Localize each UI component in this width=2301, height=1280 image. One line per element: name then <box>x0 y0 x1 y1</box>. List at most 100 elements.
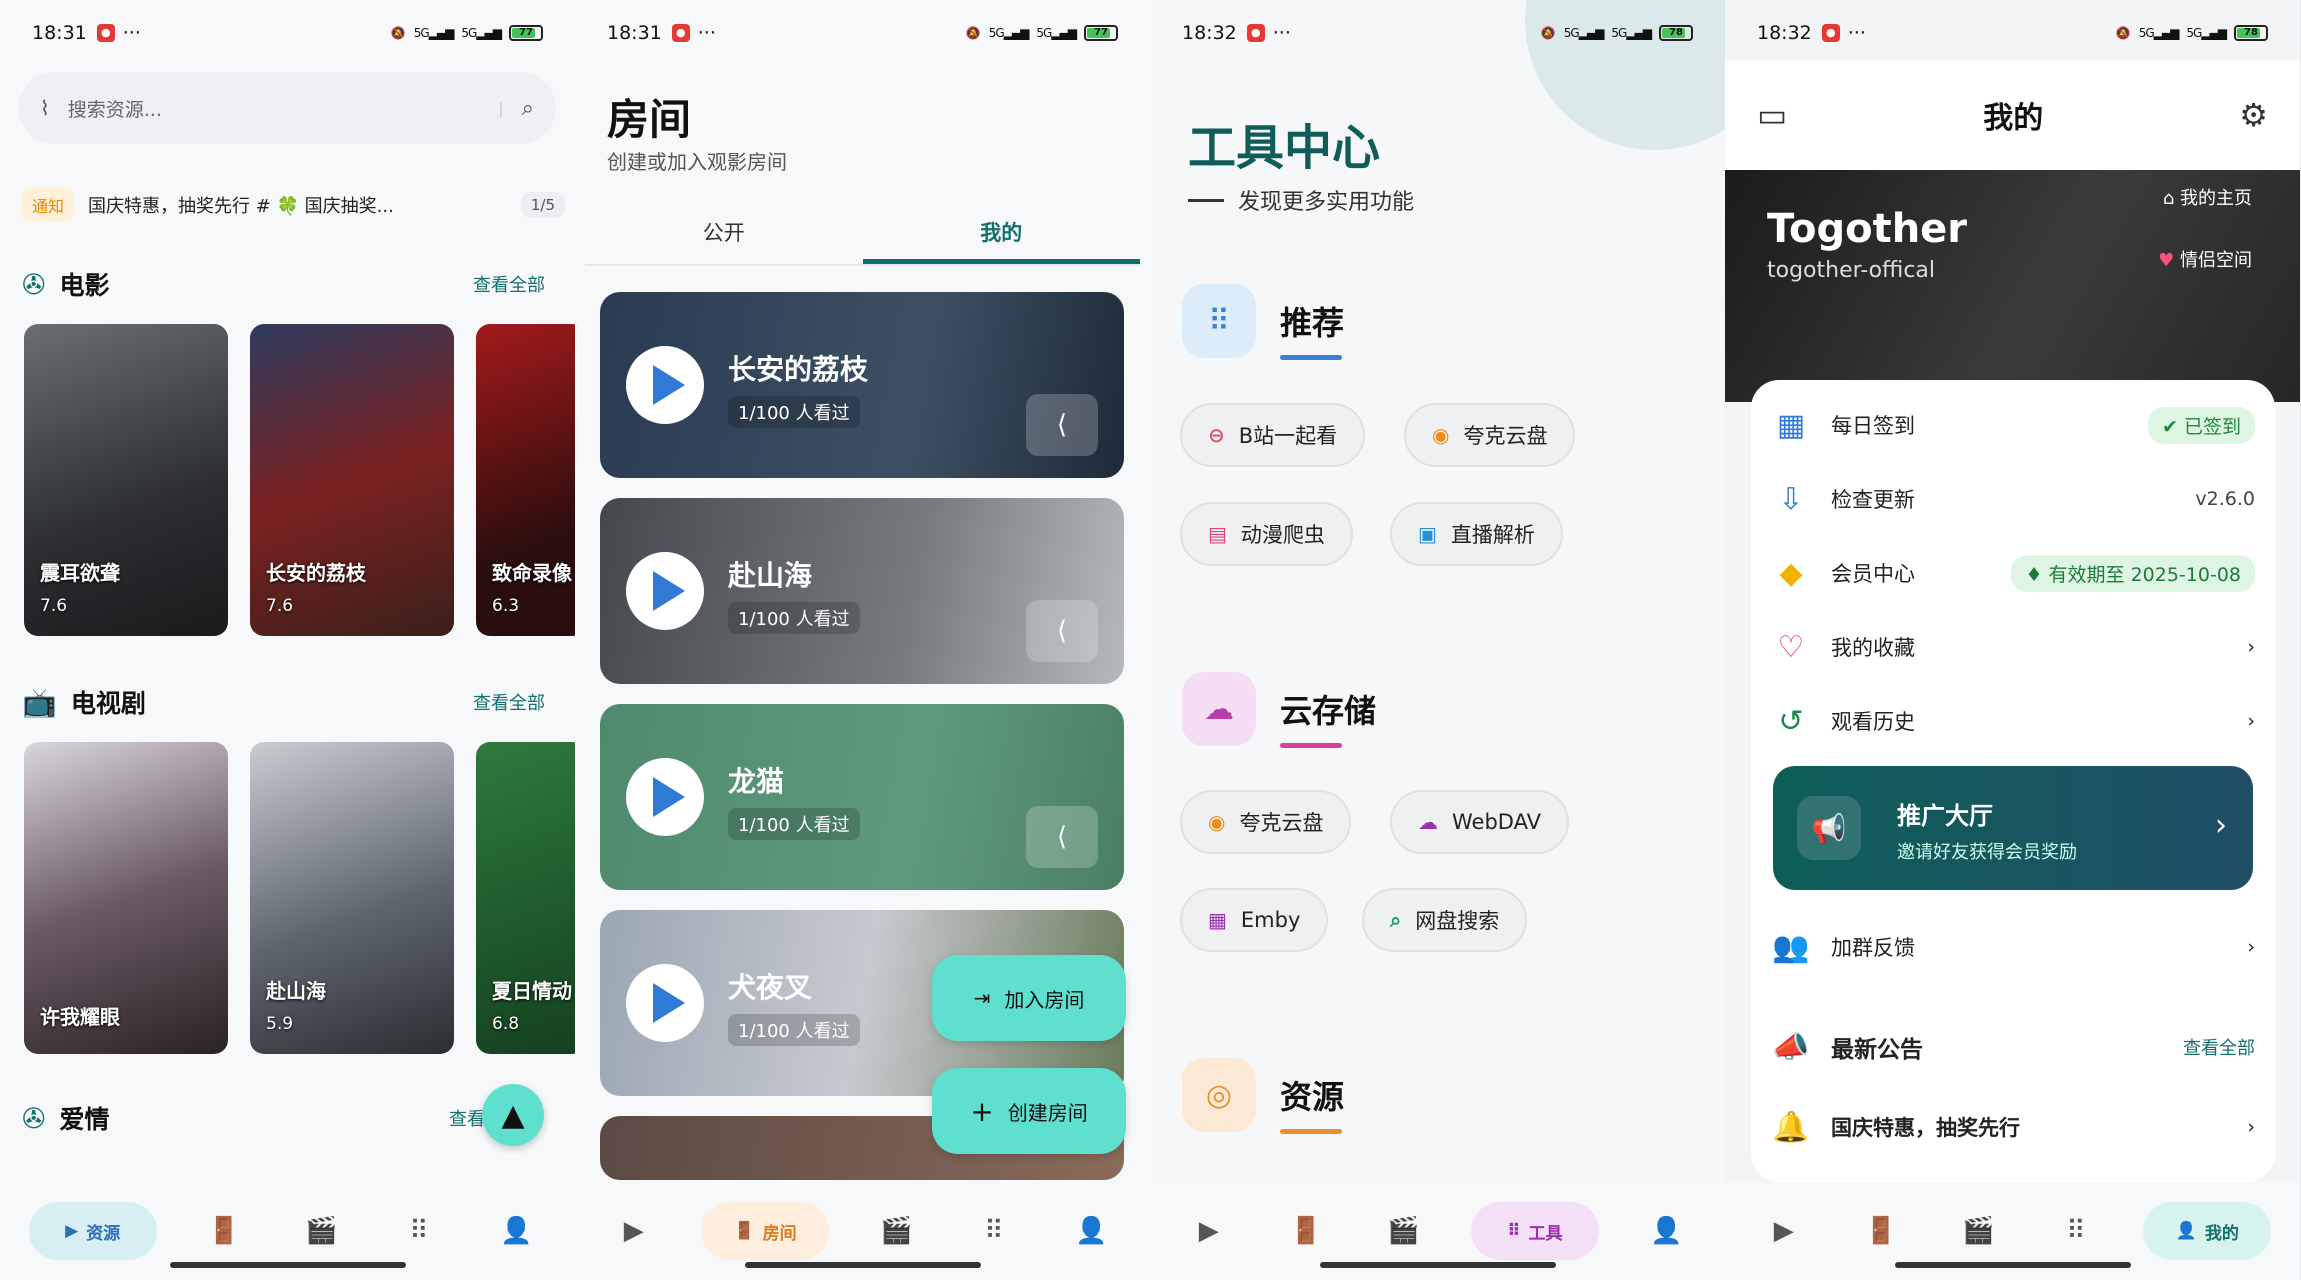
couple-space-link[interactable]: ♥ 情侣空间 <box>2158 246 2252 272</box>
row-checkin[interactable]: ▦ 每日签到 ✔ 已签到 <box>1751 388 2275 462</box>
view-all-link[interactable]: 查看全部 <box>473 271 545 297</box>
search-bar[interactable]: ⌇ 搜索资源... | ⌕ <box>18 72 556 144</box>
card-score: 7.6 <box>266 596 294 616</box>
tv-card[interactable]: 夏日情动 6.8 <box>476 742 575 1054</box>
door-icon: 🚪 <box>1864 1216 1898 1246</box>
chip-webdav[interactable]: ☁ WebDAV <box>1390 790 1569 854</box>
row-favorites[interactable]: ♡ 我的收藏 › <box>1751 610 2275 684</box>
announce-item[interactable]: 🔔 国庆特惠，抽奖先行 › <box>1751 1090 2275 1164</box>
page-subtitle: 发现更多实用功能 <box>1188 184 1414 216</box>
search-input[interactable]: 搜索资源... <box>68 95 481 122</box>
view-all-link[interactable]: 查看全部 <box>2183 1034 2255 1060</box>
nav-media[interactable]: 🎬 <box>291 1202 351 1260</box>
notification-icon: ● <box>96 24 115 42</box>
nav-rooms[interactable]: 🚪 <box>194 1202 254 1260</box>
chip-disk-search[interactable]: ⌕ 网盘搜索 <box>1362 888 1528 952</box>
tools-screen: 18:32 ● ··· 🔕 5G▂▄▆ 5G▂▄▆ 78 工具中心 发现更多实用功能 ⠿… <box>1150 0 1725 1280</box>
nav-tools[interactable]: ⠿ 工具 <box>1470 1202 1599 1260</box>
nav-media[interactable]: 🎬 <box>1373 1202 1433 1260</box>
row-update[interactable]: ⇩ 检查更新 v2.6.0 <box>1751 462 2275 536</box>
notification-icon: ● <box>671 24 690 42</box>
nav-media[interactable]: 🎬 <box>1948 1202 2008 1260</box>
checked-badge: ✔ 已签到 <box>2148 406 2255 444</box>
nav-media[interactable]: 🎬 <box>866 1202 926 1260</box>
username: Togother <box>1767 206 1968 252</box>
play-icon[interactable] <box>626 552 704 630</box>
announce-header: 📣 最新公告 查看全部 <box>1751 1010 2275 1084</box>
search-icon[interactable]: ⌕ <box>522 96 534 121</box>
tab-public[interactable]: 公开 <box>585 204 863 264</box>
nav-profile[interactable]: 👤 我的 <box>2143 1202 2272 1260</box>
play-icon[interactable] <box>626 346 704 424</box>
nav-rooms[interactable]: 🚪 房间 <box>701 1202 830 1260</box>
link-icon: ⊖ <box>1208 423 1225 447</box>
shapes-fab[interactable]: ▲ <box>482 1084 544 1146</box>
nav-profile[interactable]: 👤 <box>1061 1202 1121 1260</box>
chip-quark[interactable]: ◉ 夸克云盘 <box>1404 403 1576 467</box>
nav-tools[interactable]: ⠿ <box>2046 1202 2106 1260</box>
join-room-button[interactable]: ⇥ 加入房间 <box>932 955 1126 1041</box>
rss-icon[interactable]: ⌇ <box>40 96 50 120</box>
tv-icon: ▣ <box>1418 522 1437 546</box>
chip-emby[interactable]: ▦ Emby <box>1180 888 1329 952</box>
download-icon: ⇩ <box>1778 481 1804 517</box>
message-icon[interactable]: ▭ <box>1757 96 1787 134</box>
share-icon[interactable]: ⟨ <box>1026 600 1098 662</box>
nav-resources[interactable]: ▶ 资源 <box>28 1202 157 1260</box>
share-icon[interactable]: ⟨ <box>1026 806 1098 868</box>
view-all-link[interactable]: 查看 <box>449 1105 485 1131</box>
card-title: 震耳欲聋 <box>40 561 120 585</box>
nav-rooms[interactable]: 🚪 <box>1276 1202 1336 1260</box>
chip-anime[interactable]: ▤ 动漫爬虫 <box>1180 502 1353 566</box>
nav-resources[interactable]: ▶ <box>604 1202 664 1260</box>
notice-bar[interactable]: 通知 国庆特惠，抽奖先行 # 🍀 国庆抽奖... 1/5 <box>22 184 565 226</box>
chip-bilibili[interactable]: ⊖ B站一起看 <box>1180 403 1366 467</box>
notice-text[interactable]: 国庆特惠，抽奖先行 # 🍀 国庆抽奖... <box>88 192 394 218</box>
row-vip[interactable]: ◆ 会员中心 ♦ 有效期至 2025-10-08 <box>1751 536 2275 610</box>
quark-icon: ◉ <box>1208 810 1226 834</box>
nav-resources[interactable]: ▶ <box>1179 1202 1239 1260</box>
grid-icon: ⠿ <box>2066 1216 2086 1246</box>
chip-quark-cloud[interactable]: ◉ 夸克云盘 <box>1180 790 1352 854</box>
nav-profile[interactable]: 👤 <box>1636 1202 1696 1260</box>
play-square-icon: ▶ <box>65 1221 79 1241</box>
play-icon[interactable] <box>626 758 704 836</box>
create-room-button[interactable]: + 创建房间 <box>932 1068 1126 1154</box>
movie-card[interactable]: 致命录像 6.3 <box>476 324 575 636</box>
chevron-right-icon: › <box>2247 936 2255 958</box>
row-history[interactable]: ↺ 观看历史 › <box>1751 684 2275 758</box>
more-notifications-icon: ··· <box>122 22 141 44</box>
gear-icon[interactable]: ⚙ <box>2239 96 2268 134</box>
announce-item-title: 国庆特惠，抽奖先行 <box>1831 1116 2020 1140</box>
nav-profile[interactable]: 👤 <box>486 1202 546 1260</box>
clapper-icon: 🎬 <box>1387 1216 1420 1246</box>
card-score: 7.6 <box>40 596 68 616</box>
view-all-link[interactable]: 查看全部 <box>473 689 545 715</box>
tv-card[interactable]: 许我耀眼 <box>24 742 228 1054</box>
tv-icon: 📺 <box>22 685 57 719</box>
card-score: 6.3 <box>492 596 520 616</box>
home-indicator <box>744 1262 981 1268</box>
chip-live[interactable]: ▣ 直播解析 <box>1390 502 1563 566</box>
profile-banner: Togother togother-offical ⌂ 我的主页 ♥ 情侣空间 <box>1725 170 2300 402</box>
movie-card[interactable]: 震耳欲聋 7.6 <box>24 324 228 636</box>
nav-tools[interactable]: ⠿ <box>389 1202 449 1260</box>
calendar-icon: ▦ <box>1776 407 1806 443</box>
tab-mine[interactable]: 我的 <box>862 204 1140 264</box>
row-feedback[interactable]: 👥 加群反馈 › <box>1751 910 2275 984</box>
room-card[interactable]: 长安的荔枝 1/100 人看过 ⟨ <box>600 292 1124 478</box>
movie-card[interactable]: 长安的荔枝 7.6 <box>250 324 454 636</box>
my-homepage-link[interactable]: ⌂ 我的主页 <box>2163 184 2252 210</box>
nav-tools[interactable]: ⠿ <box>964 1202 1024 1260</box>
nav-rooms[interactable]: 🚪 <box>1851 1202 1911 1260</box>
play-icon[interactable] <box>626 964 704 1042</box>
promo-subtitle: 邀请好友获得会员奖励 <box>1897 842 2077 863</box>
notice-counter: 1/5 <box>520 192 565 218</box>
promo-card[interactable]: 📢 推广大厅 邀请好友获得会员奖励 › <box>1773 766 2253 890</box>
share-icon[interactable]: ⟨ <box>1026 394 1098 456</box>
tv-card[interactable]: 赴山海 5.9 <box>250 742 454 1054</box>
room-card[interactable]: 赴山海 1/100 人看过 ⟨ <box>600 498 1124 684</box>
nav-resources[interactable]: ▶ <box>1754 1202 1814 1260</box>
page-title: 房间 <box>607 95 692 144</box>
room-card[interactable]: 龙猫 1/100 人看过 ⟨ <box>600 704 1124 890</box>
